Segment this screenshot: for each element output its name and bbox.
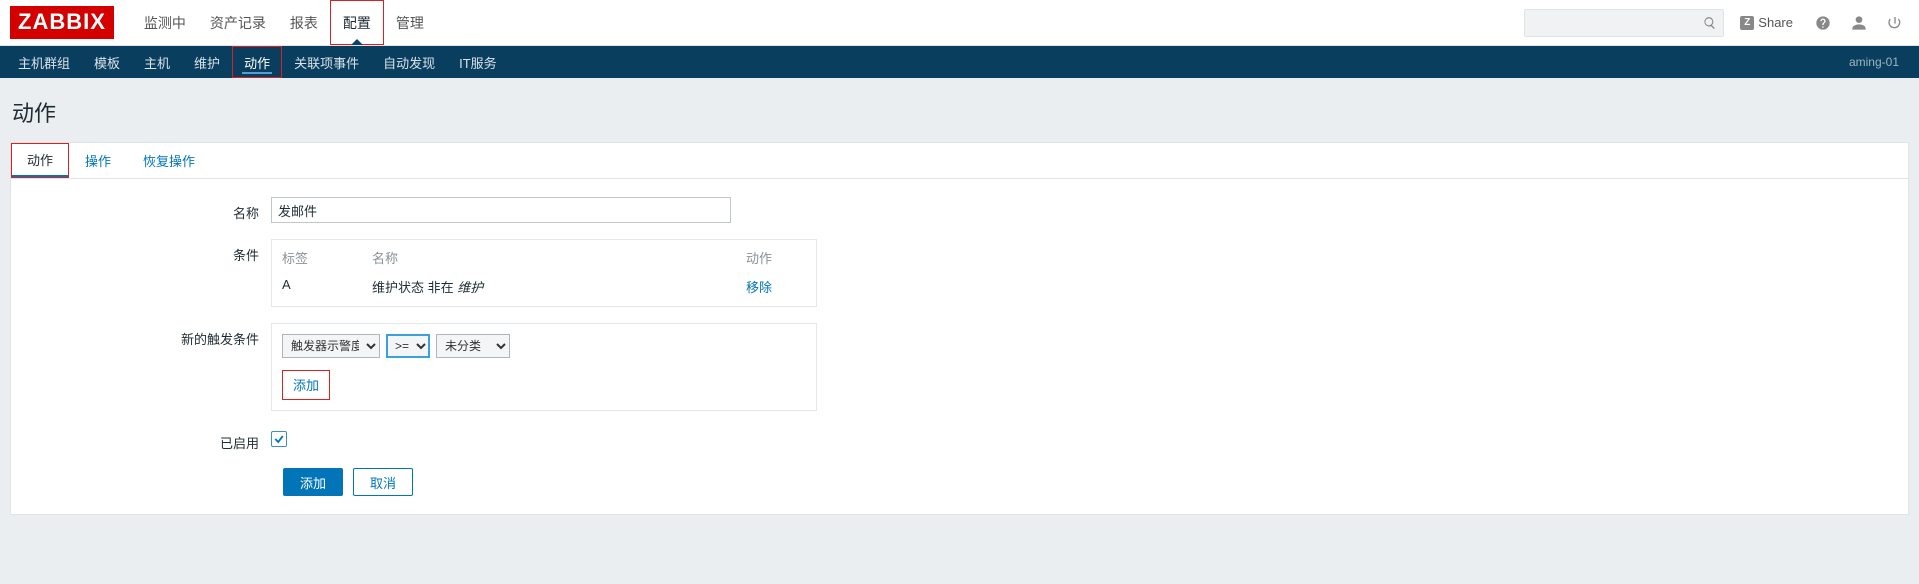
main-nav-administration[interactable]: 管理 [384,0,436,45]
share-label: Share [1758,15,1793,30]
page-title-area: 动作 [0,78,1919,142]
tab-operations[interactable]: 操作 [69,143,127,178]
cond-head-tag: 标签 [282,248,372,267]
tab-recovery-operations[interactable]: 恢复操作 [127,143,211,178]
subnav-itservices[interactable]: IT服务 [447,46,509,78]
top-right: Z Share [1524,9,1909,37]
brand-logo[interactable]: ZABBIX [10,6,114,39]
help-icon[interactable] [1809,9,1837,37]
new-cond-field-select[interactable]: 触发器示警度 [282,334,380,358]
label-enabled: 已启用 [21,427,271,452]
main-nav-configuration[interactable]: 配置 [330,0,384,45]
cond-name: 维护状态 非在 维护 [372,277,746,296]
cancel-button[interactable]: 取消 [353,468,413,496]
conditions-header: 标签 名称 动作 [272,240,816,273]
page-title: 动作 [12,96,1907,128]
label-conditions: 条件 [21,239,271,264]
sub-nav: 主机群组 模板 主机 维护 动作 关联项事件 自动发现 IT服务 aming-0… [0,46,1919,78]
power-icon[interactable] [1881,9,1909,37]
main-nav-monitoring[interactable]: 监测中 [132,0,198,45]
cond-name-italic: 维护 [457,280,483,295]
row-conditions: 条件 标签 名称 动作 A 维护状态 非在 维护 移除 [21,239,1898,307]
search-input[interactable] [1525,15,1723,30]
main-nav-inventory[interactable]: 资产记录 [198,0,278,45]
new-cond-add-link[interactable]: 添加 [282,370,330,400]
new-cond-value-select[interactable]: 未分类 [436,334,510,358]
cond-head-name: 名称 [372,248,746,267]
cond-name-prefix: 维护状态 非在 [372,280,457,295]
hostname-label: aming-01 [1849,55,1913,69]
user-icon[interactable] [1845,9,1873,37]
submit-button[interactable]: 添加 [283,468,343,496]
conditions-row: A 维护状态 非在 维护 移除 [272,273,816,306]
subnav-templates[interactable]: 模板 [82,46,132,78]
new-cond-operator-select[interactable]: >= [386,334,430,358]
label-name: 名称 [21,197,271,222]
cond-head-action: 动作 [746,248,806,267]
row-enabled: 已启用 [21,427,1898,452]
subnav-actions[interactable]: 动作 [232,46,282,78]
name-input[interactable] [271,197,731,223]
top-header: ZABBIX 监测中 资产记录 报表 配置 管理 Z Share [0,0,1919,46]
main-nav: 监测中 资产记录 报表 配置 管理 [132,0,436,45]
label-new-condition: 新的触发条件 [21,323,271,348]
share-button[interactable]: Z Share [1732,11,1801,34]
z-icon: Z [1740,16,1754,30]
subnav-hosts[interactable]: 主机 [132,46,182,78]
row-name: 名称 [21,197,1898,223]
form-area: 名称 条件 标签 名称 动作 A 维护状态 非在 维护 [11,179,1908,514]
subnav-maintenance[interactable]: 维护 [182,46,232,78]
check-icon [273,433,285,445]
main-nav-reports[interactable]: 报表 [278,0,330,45]
button-row: 添加 取消 [283,468,1898,496]
new-condition-selects: 触发器示警度 >= 未分类 [282,334,806,358]
search-icon[interactable] [1703,16,1717,30]
cond-tag: A [282,277,372,296]
tab-action[interactable]: 动作 [11,143,69,178]
tabs-row: 动作 操作 恢复操作 [11,143,1908,179]
enabled-checkbox[interactable] [271,431,287,447]
cond-remove-link[interactable]: 移除 [746,280,772,295]
subnav-discovery[interactable]: 自动发现 [371,46,447,78]
conditions-box: 标签 名称 动作 A 维护状态 非在 维护 移除 [271,239,817,307]
subnav-correlation[interactable]: 关联项事件 [282,46,371,78]
content-card: 动作 操作 恢复操作 名称 条件 标签 名称 动作 [10,142,1909,515]
row-new-condition: 新的触发条件 触发器示警度 >= 未分类 添加 [21,323,1898,411]
new-condition-box: 触发器示警度 >= 未分类 添加 [271,323,817,411]
search-box [1524,9,1724,37]
subnav-hostgroups[interactable]: 主机群组 [6,46,82,78]
